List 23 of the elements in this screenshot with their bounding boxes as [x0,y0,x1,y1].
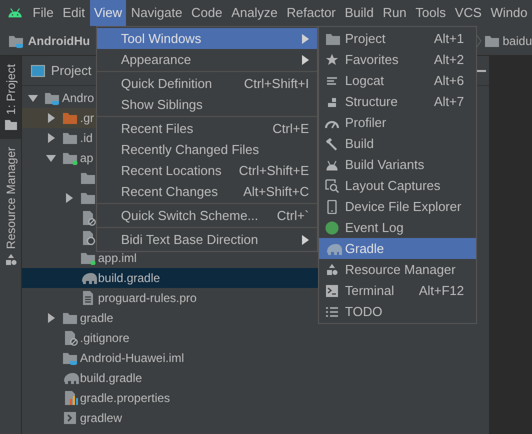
tree-label: gradlew [80,410,122,427]
shortcut-label: Alt+7 [434,92,464,111]
tree-label: proguard-rules.pro [98,290,197,307]
tree-label: Andro [62,90,94,107]
shortcut-label: Alt+F12 [418,282,464,300]
tree-label: gradle.properties [80,390,170,407]
shortcut-label: Alt+2 [434,50,464,69]
tree-label: .id [80,130,93,147]
shortcut-label: Ctrl+` [276,206,309,225]
shortcut-label: Ctrl+E [272,120,309,138]
shortcut-label: Alt+1 [434,30,464,48]
shortcut-label: Ctrl+Shift+E [238,162,309,180]
tree-label: ap [80,150,94,167]
tree-label: build.gradle [98,270,160,287]
shortcut-label: Alt+6 [434,72,464,90]
tree-label: app.iml [98,250,137,267]
tree-label: Android-Huawei.iml [80,350,184,367]
shortcut-label: Alt+Shift+C [243,182,309,201]
tree-label: build.gradle [80,370,142,387]
tree-label: .gr [80,110,94,127]
shortcut-label: Ctrl+Shift+I [244,74,309,93]
tree-label: .gitignore [80,330,130,347]
tree-label: gradle [80,310,114,327]
